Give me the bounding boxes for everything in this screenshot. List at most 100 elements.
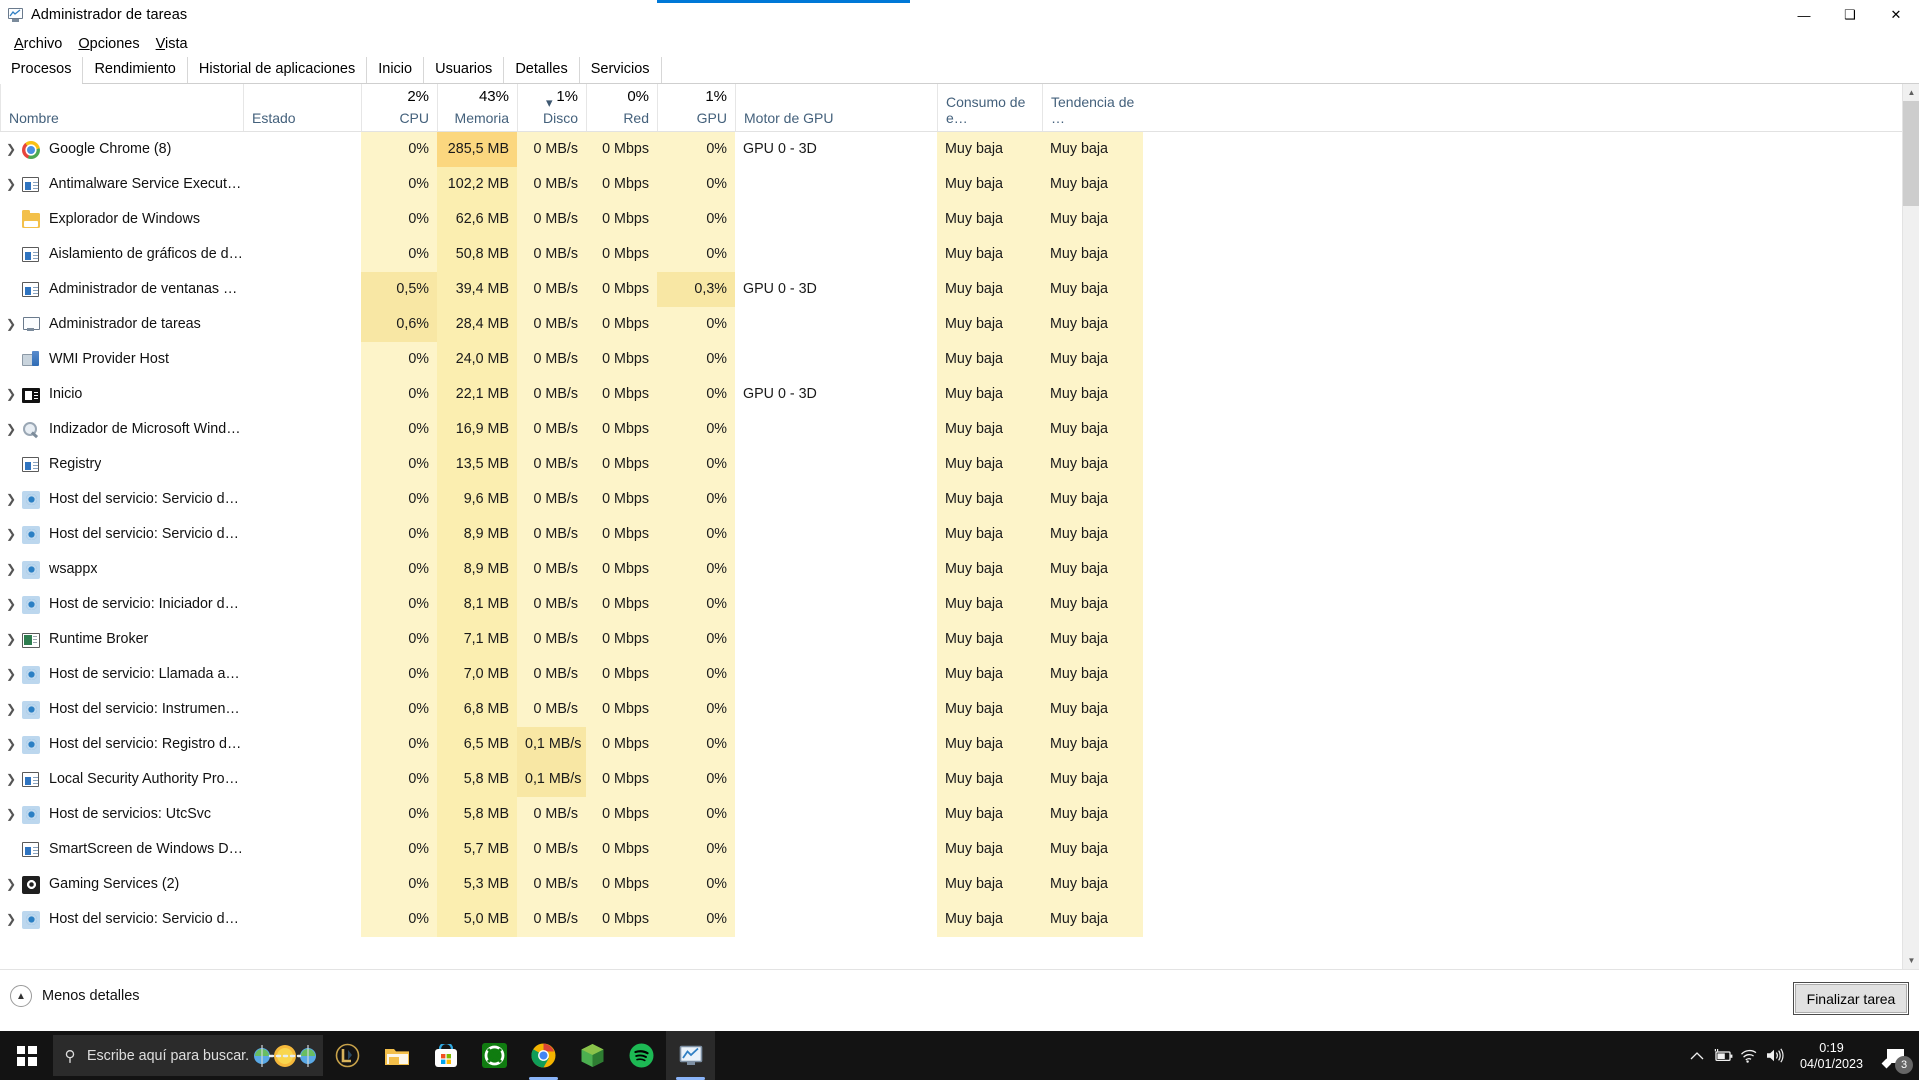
- process-name-cell[interactable]: ❯ Aislamiento de gráficos de disp…: [0, 237, 243, 272]
- table-row[interactable]: ❯Explorador de Windows0%62,6 MB0 MB/s0 M…: [0, 202, 1919, 237]
- process-name-cell[interactable]: ❯ Host del servicio: Servicio de re…: [0, 517, 243, 552]
- expand-chevron-icon[interactable]: ❯: [0, 167, 22, 202]
- taskbar-item-file-explorer[interactable]: [372, 1031, 421, 1080]
- table-row[interactable]: ❯ Administrador de ventanas del … 0,5%39,4…: [0, 272, 1919, 307]
- taskbar-item-spotify[interactable]: [617, 1031, 666, 1080]
- tab-usuarios[interactable]: Usuarios: [424, 57, 505, 83]
- menu-item-opciones[interactable]: Opciones: [70, 34, 147, 54]
- table-row[interactable]: ❯ wsappx 0% 8,9 MB 0 MB/s 0 Mbps 0% Muy baja Muy…: [0, 552, 1919, 587]
- taskbar-item-chrome[interactable]: [519, 1031, 568, 1080]
- table-row[interactable]: ❯WMI Provider Host0%24,0 MB0 MB/s0 Mbps0…: [0, 342, 1919, 377]
- process-name-cell[interactable]: ❯ Google Chrome (8): [0, 132, 243, 167]
- process-name-cell[interactable]: ❯ Host de servicio: Iniciador de pr…: [0, 587, 243, 622]
- process-name-cell[interactable]: ❯ wsappx: [0, 552, 243, 587]
- column-header-motor_gpu[interactable]: Motor de GPU: [735, 84, 937, 131]
- table-row[interactable]: ❯Host del servicio: Instrumental d…0%6,8…: [0, 692, 1919, 727]
- column-header-disco[interactable]: 1% Disco: [517, 84, 586, 131]
- process-name-cell[interactable]: ❯ Host del servicio: Servicio de dir…: [0, 482, 243, 517]
- expand-chevron-icon[interactable]: ❯: [0, 622, 22, 657]
- column-header-red[interactable]: 0% Red: [586, 84, 657, 131]
- table-row[interactable]: ❯SmartScreen de Windows Defen…0%5,7 MB0 …: [0, 832, 1919, 867]
- maximize-button[interactable]: ❑: [1827, 0, 1873, 30]
- expand-chevron-icon[interactable]: ❯: [0, 307, 22, 342]
- tab-inicio[interactable]: Inicio: [367, 57, 425, 83]
- process-name-cell[interactable]: ❯ Host del servicio: Servicio de us…: [0, 902, 243, 937]
- tab-detalles[interactable]: Detalles: [504, 57, 580, 83]
- expand-chevron-icon[interactable]: ❯: [0, 762, 22, 797]
- column-header-name[interactable]: Nombre: [0, 84, 243, 131]
- expand-chevron-icon[interactable]: ❯: [0, 132, 22, 167]
- table-row[interactable]: ❯ Host de servicios: UtcSvc 0% 5,8 MB 0 MB/s…: [0, 797, 1919, 832]
- tab-historial-de-aplicaciones[interactable]: Historial de aplicaciones: [187, 57, 368, 83]
- process-name-cell[interactable]: ❯ Gaming Services (2): [0, 867, 243, 902]
- less-details-button[interactable]: ▲ Menos detalles: [10, 985, 140, 1007]
- table-row[interactable]: ❯Host del servicio: Registro de ev…0%6,5…: [0, 727, 1919, 762]
- expand-chevron-icon[interactable]: ❯: [0, 692, 22, 727]
- process-name-cell[interactable]: ❯ Administrador de ventanas del …: [0, 272, 243, 307]
- wifi-icon[interactable]: [1736, 1031, 1762, 1080]
- process-name-cell[interactable]: ❯ Host del servicio: Instrumental d…: [0, 692, 243, 727]
- expand-chevron-icon[interactable]: ❯: [0, 867, 22, 902]
- menu-item-archivo[interactable]: Archivo: [6, 34, 70, 54]
- process-name-cell[interactable]: ❯ Host de servicios: UtcSvc: [0, 797, 243, 832]
- process-name-cell[interactable]: ❯ Runtime Broker: [0, 622, 243, 657]
- battery-charging-icon[interactable]: [1710, 1031, 1736, 1080]
- expand-chevron-icon[interactable]: ❯: [0, 727, 22, 762]
- taskbar-item-task-manager[interactable]: [666, 1031, 715, 1080]
- tab-servicios[interactable]: Servicios: [579, 57, 662, 83]
- table-row[interactable]: ❯ Host de servicio: Iniciador de pr… 0% 8,1…: [0, 587, 1919, 622]
- process-name-cell[interactable]: ❯ Local Security Authority Process …: [0, 762, 243, 797]
- table-row[interactable]: ❯ Inicio 0% 22,1 MB 0 MB/s 0 Mbps 0% GPU 0 - 3D…: [0, 377, 1919, 412]
- column-header-consumo[interactable]: Consumo de e…: [937, 84, 1042, 131]
- expand-chevron-icon[interactable]: ❯: [0, 517, 22, 552]
- process-name-cell[interactable]: ❯ Explorador de Windows: [0, 202, 243, 237]
- column-header-gpu[interactable]: 1% GPU: [657, 84, 735, 131]
- column-header-cpu[interactable]: 2% CPU: [361, 84, 437, 131]
- scroll-down-arrow[interactable]: ▼: [1903, 952, 1919, 969]
- expand-chevron-icon[interactable]: ❯: [0, 377, 22, 412]
- table-row[interactable]: ❯Aislamiento de gráficos de disp…0%50,8 …: [0, 237, 1919, 272]
- table-row[interactable]: ❯ Host del servicio: Servicio de re… 0% 8,9…: [0, 517, 1919, 552]
- process-name-cell[interactable]: ❯ SmartScreen de Windows Defen…: [0, 832, 243, 867]
- expand-chevron-icon[interactable]: ❯: [0, 902, 22, 937]
- table-row[interactable]: ❯Registry0%13,5 MB0 MB/s0 Mbps0%Muy baja…: [0, 447, 1919, 482]
- table-row[interactable]: ❯ Antimalware Service Executable 0% 102,2 M…: [0, 167, 1919, 202]
- expand-chevron-icon[interactable]: ❯: [0, 412, 22, 447]
- process-name-cell[interactable]: ❯ Host del servicio: Registro de ev…: [0, 727, 243, 762]
- table-row[interactable]: ❯Local Security Authority Process …0%5,8…: [0, 762, 1919, 797]
- chevron-up-icon[interactable]: [1684, 1031, 1710, 1080]
- process-name-cell[interactable]: ❯ Indizador de Microsoft Window…: [0, 412, 243, 447]
- table-row[interactable]: ❯ Host de servicio: Llamada a pro… 0% 7,0 M…: [0, 657, 1919, 692]
- column-header-memoria[interactable]: 43% Memoria: [437, 84, 517, 131]
- column-header-tendencia[interactable]: Tendencia de …: [1042, 84, 1143, 131]
- expand-chevron-icon[interactable]: ❯: [0, 552, 22, 587]
- column-header-estado[interactable]: Estado: [243, 84, 361, 131]
- table-row[interactable]: ❯Host del servicio: Servicio de us…0%5,0…: [0, 902, 1919, 937]
- table-row[interactable]: ❯ Indizador de Microsoft Window… 0% 16,9 MB…: [0, 412, 1919, 447]
- process-name-cell[interactable]: ❯ Administrador de tareas: [0, 307, 243, 342]
- table-row[interactable]: ❯ Runtime Broker 0% 7,1 MB 0 MB/s 0 Mbps 0% Muy…: [0, 622, 1919, 657]
- table-row[interactable]: ❯Host del servicio: Servicio de dir…0%9,…: [0, 482, 1919, 517]
- tab-procesos[interactable]: Procesos: [0, 57, 84, 84]
- scroll-up-arrow[interactable]: ▲: [1903, 84, 1919, 101]
- process-name-cell[interactable]: ❯ Host de servicio: Llamada a pro…: [0, 657, 243, 692]
- expand-chevron-icon[interactable]: ❯: [0, 797, 22, 832]
- taskbar-search-box[interactable]: ⚲ Escribe aquí para buscar.: [53, 1035, 323, 1076]
- taskbar-item-xbox[interactable]: [470, 1031, 519, 1080]
- vertical-scrollbar[interactable]: ▲ ▼: [1902, 84, 1919, 969]
- expand-chevron-icon[interactable]: ❯: [0, 657, 22, 692]
- start-button[interactable]: [0, 1031, 53, 1080]
- taskbar-item-league-of-legends[interactable]: [323, 1031, 372, 1080]
- menu-item-vista[interactable]: Vista: [148, 34, 196, 54]
- expand-chevron-icon[interactable]: ❯: [0, 482, 22, 517]
- table-row[interactable]: ❯ Gaming Services (2) 0% 5,3 MB 0 MB/s 0 Mbps…: [0, 867, 1919, 902]
- minimize-button[interactable]: —: [1781, 0, 1827, 30]
- notification-center-button[interactable]: 3: [1873, 1031, 1917, 1080]
- close-button[interactable]: ✕: [1873, 0, 1919, 30]
- expand-chevron-icon[interactable]: ❯: [0, 587, 22, 622]
- scrollbar-thumb[interactable]: [1903, 101, 1919, 206]
- volume-icon[interactable]: [1762, 1031, 1788, 1080]
- taskbar-item-package[interactable]: [568, 1031, 617, 1080]
- taskbar-item-microsoft-store[interactable]: [421, 1031, 470, 1080]
- table-row[interactable]: ❯ Administrador de tareas 0,6% 28,4 MB 0 MB/…: [0, 307, 1919, 342]
